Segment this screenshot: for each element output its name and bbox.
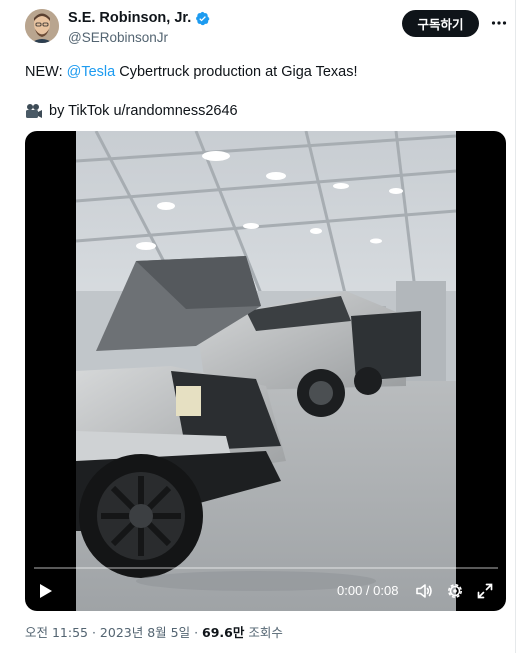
- fullscreen-icon[interactable]: [476, 582, 494, 600]
- views-label: 조회수: [244, 625, 283, 640]
- tweet-time[interactable]: 오전 11:55: [25, 625, 88, 640]
- time-display: 0:00 / 0:08: [337, 583, 399, 598]
- author-handle[interactable]: @SERobinsonJr: [68, 29, 210, 47]
- meta-separator-2: ·: [190, 625, 203, 640]
- follow-button[interactable]: 구독하기: [402, 10, 479, 37]
- author-block: S.E. Robinson, Jr. @SERobinsonJr: [68, 9, 210, 47]
- avatar-image: [25, 9, 59, 43]
- author-display-name[interactable]: S.E. Robinson, Jr.: [68, 9, 191, 27]
- author-name-row: S.E. Robinson, Jr.: [68, 9, 210, 27]
- mention-link[interactable]: @Tesla: [67, 64, 116, 80]
- views-count: 69.6만: [202, 625, 245, 640]
- avatar[interactable]: [25, 9, 59, 43]
- progress-track[interactable]: [34, 567, 498, 569]
- video-frame: [76, 131, 456, 611]
- tweet-text: NEW: @Tesla Cybertruck production at Gig…: [25, 62, 358, 82]
- credit-text: by TikTok u/randomness2646: [49, 103, 238, 119]
- meta-separator: ·: [88, 625, 100, 640]
- tweet-card: S.E. Robinson, Jr. @SERobinsonJr 구독하기 NE…: [0, 0, 516, 653]
- tweet-prefix: NEW:: [25, 64, 67, 80]
- tweet-date[interactable]: 2023년 8월 5일: [100, 625, 190, 640]
- volume-icon[interactable]: [415, 582, 433, 600]
- video-player[interactable]: 0:00 / 0:08: [25, 131, 506, 611]
- verified-badge-icon[interactable]: [195, 11, 210, 26]
- tweet-credit: by TikTok u/randomness2646: [25, 101, 238, 121]
- play-icon[interactable]: [36, 582, 54, 600]
- movie-camera-icon: [26, 104, 42, 118]
- tweet-meta: 오전 11:55 · 2023년 8월 5일 · 69.6만 조회수: [25, 624, 283, 642]
- tweet-suffix: Cybertruck production at Giga Texas!: [115, 64, 358, 80]
- settings-icon[interactable]: [446, 582, 464, 600]
- more-icon[interactable]: [489, 13, 509, 33]
